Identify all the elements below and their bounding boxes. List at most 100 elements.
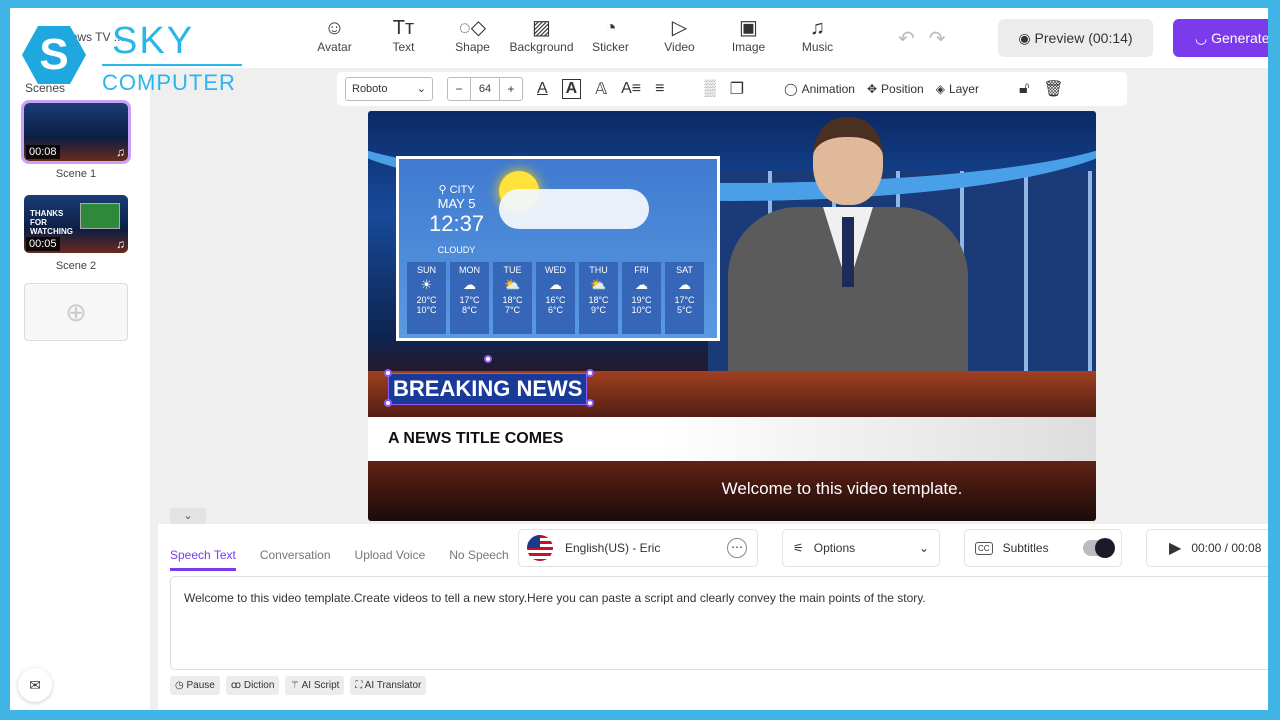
more-icon[interactable]: ⋯ (727, 538, 747, 558)
speech-panel: Speech Text Conversation Upload Voice No… (158, 524, 1268, 710)
tool-background[interactable]: ▨ Background (507, 16, 576, 54)
scene-duration: 00:05 (26, 237, 60, 251)
tool-video[interactable]: ▷ Video (645, 16, 714, 54)
forecast-lo: 8°C (461, 305, 478, 315)
opacity-icon[interactable]: ▒ (704, 80, 715, 98)
tool-image[interactable]: ▣ Image (714, 16, 783, 54)
redo-icon[interactable]: ↷ (929, 28, 960, 50)
ai-translator-button[interactable]: ⛶ AI Translator (350, 676, 427, 695)
preview-button[interactable]: ◉ Preview (00:14) (998, 19, 1153, 57)
subtitles-control: CC Subtitles (964, 529, 1122, 567)
clock-icon: ◷ (175, 680, 187, 691)
position-button[interactable]: ✥ Position (867, 82, 924, 96)
text-outline-icon[interactable]: 𝔸 (595, 79, 607, 99)
avatar-icon: ☺ (324, 17, 345, 39)
tool-label: Music (801, 40, 834, 54)
music-note-icon: ♫ (116, 145, 125, 159)
animation-button[interactable]: ◯ Animation (784, 82, 855, 96)
resize-handle[interactable] (384, 399, 392, 407)
voice-select[interactable]: English(US) - Eric ⋯ (518, 529, 758, 567)
forecast-day: SUN ☀ 20°C 10°C (407, 262, 446, 334)
scene-thumbnail-2[interactable]: THANKS FOR WATCHING 00:05 ♫ (24, 195, 128, 253)
minus-button[interactable]: − (448, 78, 470, 100)
layers-icon: ◈ (935, 82, 945, 96)
options-dropdown[interactable]: ⚟ Options ⌄ (782, 529, 940, 567)
head (813, 117, 883, 205)
resize-handle[interactable] (384, 369, 392, 377)
tab-conversation[interactable]: Conversation (260, 548, 331, 571)
animation-icon: ◯ (784, 82, 798, 96)
tab-speech-text[interactable]: Speech Text (170, 548, 236, 571)
news-title[interactable]: A NEWS TITLE COMES HERE (368, 417, 608, 461)
plus-circle-icon: ⊕ (65, 297, 87, 327)
breaking-news-text[interactable]: BREAKING NEWS (388, 373, 588, 405)
ai-script-button[interactable]: ⚚ AI Script (285, 676, 345, 695)
chip-label: AI Translator (364, 680, 422, 691)
tab-upload-voice[interactable]: Upload Voice (355, 548, 426, 571)
tool-label: Background (509, 40, 574, 54)
forecast-d: SAT (676, 265, 693, 275)
text-spacing-icon[interactable]: A≡ (621, 80, 641, 98)
diction-button[interactable]: ꝏ Diction (225, 676, 280, 695)
tab-no-speech[interactable]: No Speech (449, 548, 508, 571)
video-canvas[interactable]: ⚲ CITY MAY 5 12:37 CLOUDY SUN ☀ 20°C 10°C MO… (368, 111, 1096, 521)
unlock-icon[interactable]: 🔓︎ (1019, 80, 1029, 98)
tool-sticker[interactable]: ◔ Sticker (576, 16, 645, 54)
trash-icon[interactable]: 🗑︎ (1043, 79, 1063, 99)
font-size-value[interactable]: 64 (470, 78, 500, 100)
layer-label: Layer (948, 82, 979, 96)
play-icon[interactable]: ▶ (1169, 538, 1181, 558)
tool-label: Video (664, 40, 695, 54)
font-value: Roboto (352, 83, 388, 95)
weather-icon: ☀ (420, 277, 433, 292)
forecast-hi: 17°C (459, 295, 480, 305)
generate-button[interactable]: ◡ Generate (1173, 19, 1268, 57)
tool-label: Sticker (592, 40, 629, 54)
subtitles-toggle[interactable] (1082, 538, 1115, 558)
weather-date: MAY 5 (437, 196, 476, 211)
scene-label: Scene 2 (55, 260, 97, 272)
tool-label: Text (392, 40, 415, 54)
tool-avatar[interactable]: ☺ Avatar (300, 16, 369, 54)
weather-card[interactable]: ⚲ CITY MAY 5 12:37 CLOUDY SUN ☀ 20°C 10°C MO… (396, 156, 720, 341)
thumb-text: THANKS FOR WATCHING (30, 209, 73, 236)
scene-thumbnail-1[interactable]: 00:08 ♫ (21, 100, 131, 164)
text-background-icon[interactable]: A (561, 79, 582, 99)
resize-handle[interactable] (586, 399, 594, 407)
tool-text[interactable]: Tт Text (369, 16, 438, 54)
undo-icon[interactable]: ↶ (898, 28, 929, 50)
logo-divider (102, 64, 242, 66)
text-color-icon[interactable]: A (537, 80, 548, 98)
collapse-panel-button[interactable]: ⌄ (170, 508, 206, 524)
weather-icon: ☁ (678, 277, 691, 292)
subtitle-text: Welcome to this video template. (721, 479, 963, 498)
play-circle-icon: ◉ (1018, 30, 1035, 46)
resize-handle[interactable] (586, 369, 594, 377)
tool-label: Image (731, 40, 766, 54)
undo-redo: ↶↷ (898, 26, 960, 51)
inbox-button[interactable]: ✉ (18, 668, 52, 702)
script-textarea[interactable]: Welcome to this video template.Create vi… (170, 576, 1268, 670)
align-left-icon[interactable]: ≡ (655, 80, 664, 98)
video-icon: ▷ (671, 17, 688, 39)
logo-mark: S (22, 26, 86, 84)
pause-button[interactable]: ◷ Pause (170, 676, 220, 695)
weather-icon: ☁ (635, 277, 648, 292)
avatar-presenter[interactable] (728, 117, 968, 397)
plus-button[interactable]: + (500, 78, 522, 100)
layer-button[interactable]: ◈ Layer (936, 82, 979, 96)
scenes-sidebar: Scenes 00:08 ♫ Scene 1 THANKS FOR WATCHIN… (10, 68, 150, 710)
font-select[interactable]: Roboto ⌄ (345, 77, 433, 101)
add-scene-button[interactable]: ⊕ (24, 283, 128, 341)
forecast-d: THU (589, 265, 608, 275)
shadow-icon[interactable]: ❐ (730, 79, 744, 99)
tool-shape[interactable]: ◌◇ Shape (438, 16, 507, 54)
tool-music[interactable]: ♫ Music (783, 16, 852, 54)
shape-icon: ◌◇ (458, 17, 487, 39)
forecast-lo: 10°C (416, 305, 437, 315)
position-label: Position (881, 82, 924, 96)
inbox-icon: ✉ (29, 677, 41, 693)
forecast-d: MON (459, 265, 480, 275)
options-label: Options (813, 541, 856, 555)
rotate-handle[interactable] (484, 355, 492, 363)
